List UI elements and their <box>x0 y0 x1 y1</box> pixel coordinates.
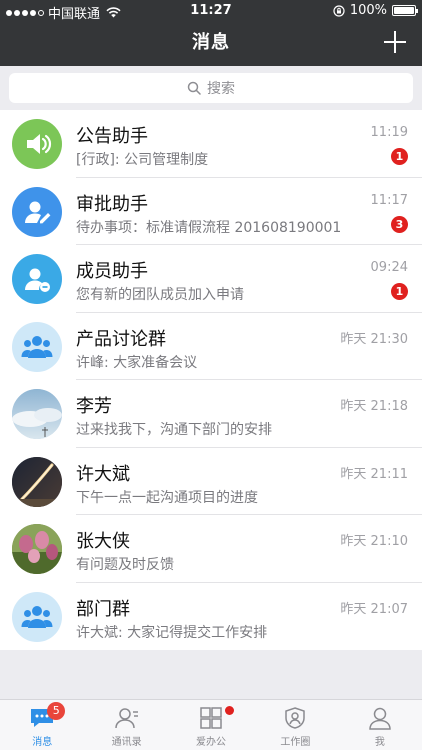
conversation-preview: 有问题及时反馈 <box>76 557 174 573</box>
conversation-row[interactable]: 张大侠有问题及时反馈 昨天 21:10 <box>0 515 422 583</box>
conversation-preview: 过来找我下，沟通下部门的安排 <box>76 422 272 438</box>
approval-user-icon <box>12 186 62 237</box>
conversation-name: 公告助手 <box>76 126 148 147</box>
conversation-row[interactable]: 部门群许大斌: 大家记得提交工作安排 昨天 21:07 <box>0 583 422 651</box>
contacts-icon <box>114 706 140 730</box>
tab-contacts[interactable]: 通讯录 <box>84 700 168 750</box>
tab-badge: 5 <box>47 702 66 720</box>
tab-chat[interactable]: 消息 5 <box>0 700 84 750</box>
conversation-time: 昨天 21:11 <box>340 466 408 482</box>
conversation-name: 审批助手 <box>76 193 148 215</box>
status-bar: 中国联通 11:27 100% <box>0 0 422 22</box>
work-circle-icon <box>282 706 308 730</box>
speaker-icon <box>12 119 62 169</box>
conversation-row[interactable]: 许大斌下午一点一起沟通项目的进度 昨天 21:11 <box>0 448 422 515</box>
grid-icon <box>198 706 224 730</box>
battery-fill <box>394 7 414 14</box>
rocket-photo-avatar <box>12 456 62 507</box>
conversation-name: 成员助手 <box>76 261 148 282</box>
search-icon <box>187 81 201 95</box>
plus-icon[interactable] <box>384 31 406 53</box>
unread-badge: 1 <box>391 283 408 300</box>
conversation-time: 昨天 21:18 <box>340 399 408 414</box>
conversation-name: 产品讨论群 <box>76 328 166 350</box>
conversation-preview: 许峰: 大家准备会议 <box>76 354 198 371</box>
unread-badge: 1 <box>391 148 408 165</box>
search-bar: 搜索 <box>0 66 422 110</box>
battery-percent: 100% <box>349 3 387 18</box>
search-input[interactable]: 搜索 <box>9 73 413 103</box>
tab-label: 我 <box>374 737 385 748</box>
tab-label: 通讯录 <box>111 737 142 748</box>
sky-photo-avatar <box>12 389 62 439</box>
conversation-preview: 下午一点一起沟通项目的进度 <box>76 489 258 506</box>
conversation-preview: 许大斌: 大家记得提交工作安排 <box>76 624 268 641</box>
nav-header: 中国联通 11:27 100% 消息 <box>0 0 422 66</box>
tulip-photo-avatar <box>12 524 62 574</box>
conversation-body: 公告助手 [行政]: 公司管理制度 <box>76 110 422 178</box>
tab-label: 消息 <box>32 737 53 748</box>
conversation-row[interactable]: 审批助手 待办事项：标准请假流程 201608190001 11:17 3 <box>0 178 422 245</box>
conversation-preview: [行政]: 公司管理制度 <box>76 152 209 168</box>
unread-badge: 3 <box>391 215 408 233</box>
conversation-list: 公告助手 [行政]: 公司管理制度 11:19 1 审批助手待办事项：标准请假流程 20… <box>0 110 422 650</box>
tab-grid[interactable]: 爱办公 <box>169 700 253 750</box>
conversation-preview: 您有新的团队成员加入申请 <box>76 287 244 303</box>
conversation-row[interactable]: 公告助手 [行政]: 公司管理制度 11:19 1 <box>0 110 422 178</box>
battery-icon <box>392 5 418 16</box>
status-right: 100% <box>333 3 418 18</box>
conversation-row[interactable]: 产品讨论群许峰: 大家准备会议 昨天 21:30 <box>0 313 422 380</box>
conversation-name: 许大斌 <box>76 463 130 485</box>
conversation-row[interactable]: 成员助手 您有新的团队成员加入申请 09:24 1 <box>0 245 422 313</box>
conversation-time: 11:17 <box>370 192 408 208</box>
tab-work-circle[interactable]: 工作圈 <box>253 700 337 750</box>
profile-icon <box>367 706 393 730</box>
conversation-body: 成员助手您有新的团队成员加入申请 <box>76 245 422 313</box>
tab-label: 爱办公 <box>196 737 227 748</box>
conversation-time: 昨天 21:10 <box>340 534 408 549</box>
rotation-lock-icon <box>333 4 345 17</box>
search-placeholder: 搜索 <box>207 81 235 97</box>
conversation-name: 张大侠 <box>76 531 130 552</box>
group-icon <box>12 591 62 642</box>
conversation-preview: 待办事项：标准请假流程 201608190001 <box>76 219 342 236</box>
group-icon <box>12 321 62 372</box>
tab-profile[interactable]: 我 <box>338 700 422 750</box>
conversation-row[interactable]: 李芳过来找我下，沟通下部门的安排 昨天 21:18 <box>0 380 422 448</box>
page-title: 消息 <box>192 32 230 53</box>
tab-bar: 消息 5 通讯录 爱办公 工作圈 我 <box>0 699 422 750</box>
notification-dot <box>225 706 235 715</box>
tab-label: 工作圈 <box>280 737 311 748</box>
conversation-name: 部门群 <box>76 598 130 620</box>
conversation-time: 11:19 <box>370 125 408 140</box>
conversation-time: 昨天 21:30 <box>340 331 408 347</box>
conversation-time: 09:24 <box>370 260 408 275</box>
conversation-time: 昨天 21:07 <box>340 601 408 617</box>
member-user-icon <box>12 254 62 304</box>
conversation-body: 审批助手待办事项：标准请假流程 201608190001 <box>76 178 422 245</box>
conversation-name: 李芳 <box>76 396 112 417</box>
